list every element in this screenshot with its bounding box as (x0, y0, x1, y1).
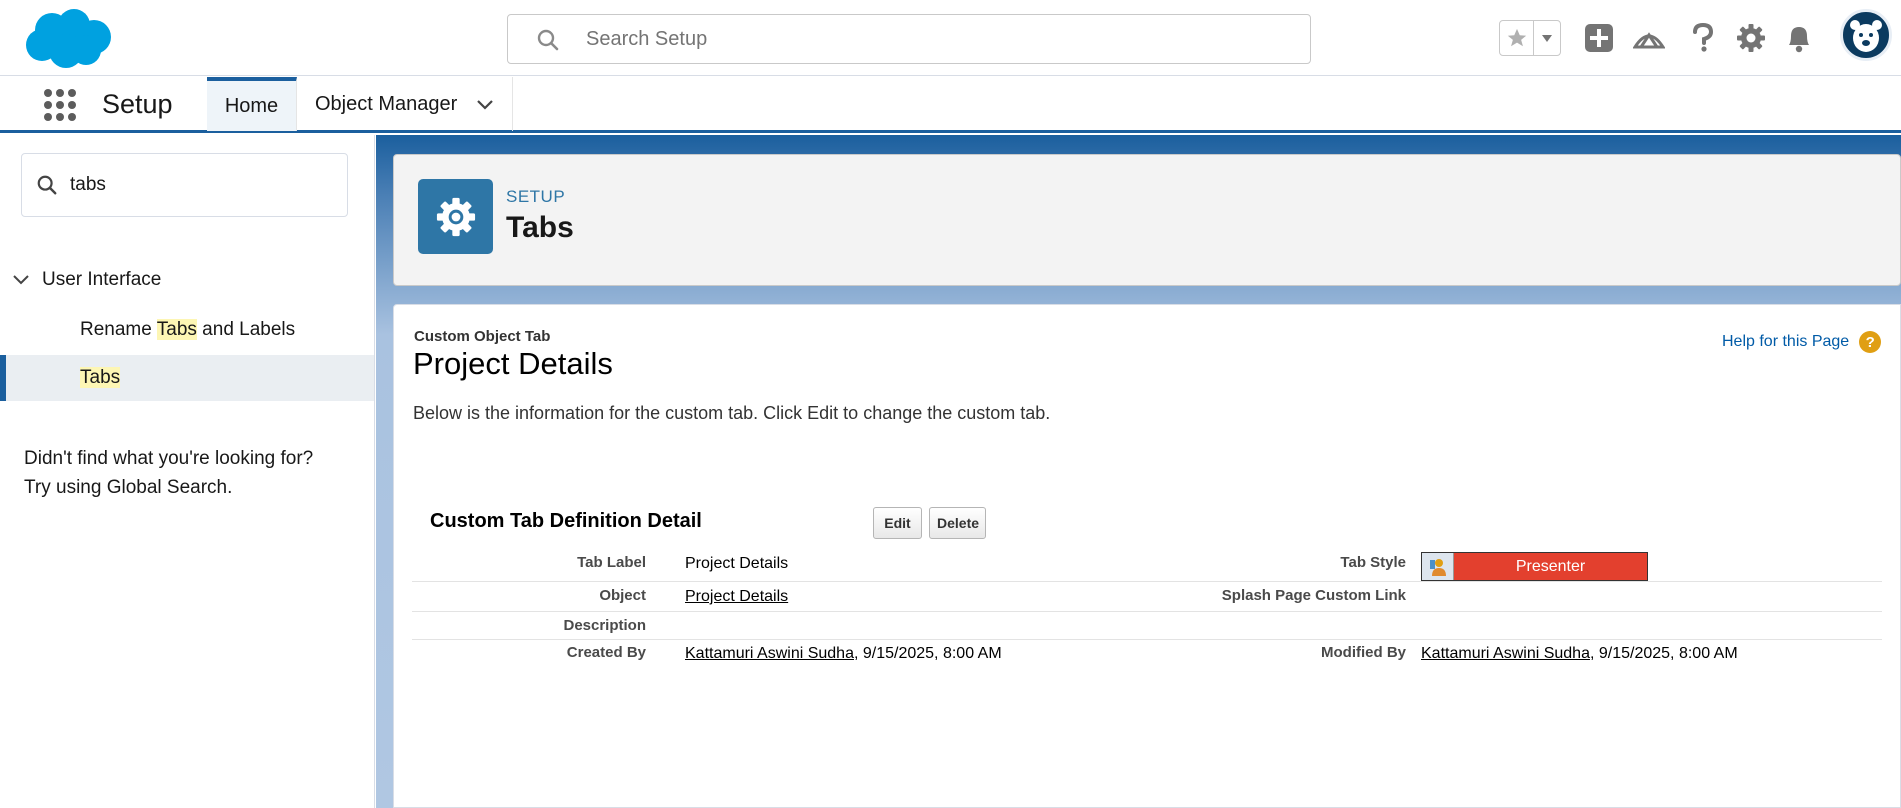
modified-by-user-link[interactable]: Kattamuri Aswini Sudha (1421, 645, 1590, 662)
detail-row: Description (412, 612, 1882, 640)
not-found-message: Didn't find what you're looking for? Try… (24, 448, 314, 498)
notifications-bell-icon[interactable] (1779, 18, 1819, 58)
user-avatar[interactable] (1840, 9, 1892, 61)
delete-button[interactable]: Delete (929, 507, 986, 539)
chevron-down-icon[interactable] (12, 273, 30, 287)
search-icon (536, 28, 560, 52)
field-label-object: Object (599, 587, 646, 604)
object-link[interactable]: Project Details (685, 588, 788, 605)
page-header: SETUP Tabs (393, 154, 1901, 286)
setup-sidebar: User Interface Rename Tabs and Labels Ta… (0, 135, 375, 808)
field-label-description: Description (563, 617, 646, 634)
favorites-star-icon[interactable] (1500, 21, 1534, 55)
app-name: Setup (102, 89, 173, 119)
app-launcher-icon[interactable] (42, 87, 78, 123)
record-title: Project Details (413, 346, 613, 381)
favorites-dropdown-icon[interactable] (1534, 21, 1560, 55)
favorites-group (1499, 20, 1561, 56)
page-eyebrow: SETUP (506, 187, 566, 206)
field-label-tab-label: Tab Label (577, 554, 646, 571)
presenter-icon (1422, 553, 1454, 580)
sidebar-item-tabs[interactable]: Tabs (0, 355, 374, 401)
created-by-user-link[interactable]: Kattamuri Aswini Sudha (685, 645, 854, 662)
tab-object-manager-label: Object Manager (315, 92, 458, 115)
detail-row: Created By Kattamuri Aswini Sudha, 9/15/… (412, 640, 1882, 670)
page-title: Tabs (506, 211, 574, 244)
search-highlight: Tabs (156, 319, 197, 340)
global-actions-plus-icon[interactable] (1579, 18, 1619, 58)
help-question-icon[interactable]: ? (1859, 331, 1882, 353)
trailhead-icon[interactable] (1629, 18, 1669, 58)
search-icon (36, 174, 58, 201)
setup-search[interactable] (507, 14, 1311, 64)
edit-button[interactable]: Edit (873, 507, 922, 539)
chevron-down-icon[interactable] (476, 95, 494, 118)
sidebar-item-label: Rename Tabs and Labels (80, 319, 296, 340)
field-label-created-by: Created By (566, 644, 646, 661)
detail-row: Tab Label Project Details Tab Style Pres… (412, 546, 1882, 582)
setup-search-input[interactable] (586, 23, 1286, 55)
quick-find[interactable] (21, 153, 348, 217)
sidebar-item-rename-tabs-and-labels[interactable]: Rename Tabs and Labels (0, 307, 374, 353)
tab-object-manager[interactable]: Object Manager (297, 77, 513, 131)
setup-gear-icon[interactable] (1731, 18, 1771, 58)
field-value-created-by: Kattamuri Aswini Sudha, 9/15/2025, 8:00 … (685, 645, 1002, 662)
global-header (0, 0, 1901, 76)
help-question-icon[interactable] (1683, 18, 1723, 58)
salesforce-cloud-logo[interactable] (22, 8, 112, 70)
detail-section-title: Custom Tab Definition Detail (430, 510, 702, 532)
tree-section-label: User Interface (42, 269, 162, 290)
sidebar-item-label: Tabs (80, 367, 121, 389)
detail-row: Object Project Details Splash Page Custo… (412, 582, 1882, 612)
record-type-label: Custom Object Tab (414, 328, 551, 345)
setup-gear-icon (418, 179, 493, 254)
field-value-tab-label: Project Details (685, 555, 789, 572)
page-description: Below is the information for the custom … (413, 403, 1051, 423)
tab-style-name: Presenter (1515, 557, 1586, 575)
tree-section-user-interface[interactable]: User Interface (12, 269, 161, 291)
field-value-modified-by: Kattamuri Aswini Sudha, 9/15/2025, 8:00 … (1421, 645, 1738, 662)
field-label-splash-page: Splash Page Custom Link (1221, 587, 1406, 604)
quick-find-input[interactable] (70, 170, 330, 200)
tab-home-label: Home (224, 94, 279, 117)
tab-home[interactable]: Home (207, 77, 297, 131)
help-for-this-page-link[interactable]: Help for this Page ? (1722, 331, 1882, 353)
search-highlight: Tabs (80, 367, 121, 388)
context-nav-bar: Setup Home Object Manager (0, 77, 1901, 133)
tab-style-swatch: Presenter (1421, 552, 1648, 581)
field-label-tab-style: Tab Style (1340, 554, 1406, 571)
field-label-modified-by: Modified By (1321, 644, 1406, 661)
content-panel: Custom Object Tab Project Details Help f… (393, 304, 1901, 808)
